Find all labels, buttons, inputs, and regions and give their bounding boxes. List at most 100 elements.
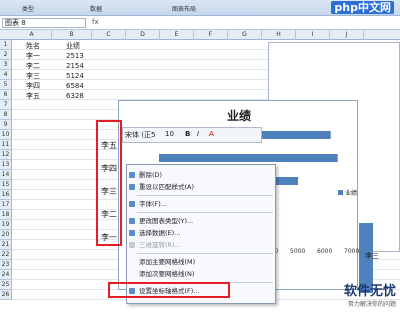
menu-item[interactable]: 删除(D) xyxy=(127,169,275,181)
menu-item[interactable]: 更改图表类型(Y)... xyxy=(127,215,275,227)
delete-icon xyxy=(129,172,135,178)
select-data-icon xyxy=(129,230,135,236)
font-color-button[interactable]: A xyxy=(209,130,214,138)
menu-item[interactable]: 重设以匹配样式(A) xyxy=(127,181,275,193)
name-cell[interactable]: 李五 xyxy=(26,91,40,101)
column-header[interactable]: C xyxy=(92,30,126,40)
x-tick-label: 5000 xyxy=(290,248,305,255)
row-header[interactable]: 6 xyxy=(0,90,12,100)
row-header[interactable]: 7 xyxy=(0,100,12,110)
column-header[interactable]: E xyxy=(160,30,194,40)
menu-item-label: 添加主要网格线(M) xyxy=(139,258,196,266)
bold-button[interactable]: B xyxy=(185,130,190,138)
row-header[interactable]: 20 xyxy=(0,230,12,240)
menu-item-label: 重设以匹配样式(A) xyxy=(139,183,195,191)
row-header[interactable]: 21 xyxy=(0,240,12,250)
row-header[interactable]: 19 xyxy=(0,220,12,230)
column-header[interactable]: J xyxy=(330,30,364,40)
menu-item-label: 添加次要网格线(N) xyxy=(139,270,195,278)
row-header[interactable]: 22 xyxy=(0,250,12,260)
row-header[interactable]: 4 xyxy=(0,70,12,80)
formula-bar: 图表 8 fx xyxy=(0,16,400,30)
font-icon xyxy=(129,201,135,207)
name-cell[interactable]: 李三 xyxy=(26,71,40,81)
font-select[interactable]: 宋体 (正5 xyxy=(125,130,155,140)
column-header[interactable]: G xyxy=(228,30,262,40)
row-header[interactable]: 10 xyxy=(0,130,12,140)
score-cell[interactable]: 6328 xyxy=(66,91,84,101)
row-header[interactable]: 8 xyxy=(0,110,12,120)
row-header[interactable]: 13 xyxy=(0,160,12,170)
name-cell[interactable]: 李一 xyxy=(26,51,40,61)
score-cell[interactable]: 2154 xyxy=(66,61,84,71)
axis-label: 李二 xyxy=(101,210,117,219)
menu-item-label: 字体(F)... xyxy=(139,200,168,208)
row-header[interactable]: 5 xyxy=(0,80,12,90)
row-header[interactable]: 12 xyxy=(0,150,12,160)
x-tick-label: 7000 xyxy=(344,248,359,255)
reset-icon xyxy=(129,184,135,190)
row-header[interactable]: 24 xyxy=(0,270,12,280)
chart-category-label: 李三 xyxy=(365,252,379,260)
chart-bar[interactable] xyxy=(159,154,338,162)
menu-item-label: 更改图表类型(Y)... xyxy=(139,217,194,225)
menu-separator xyxy=(137,212,273,213)
score-cell[interactable]: 6584 xyxy=(66,81,84,91)
menu-item[interactable]: 选择数据(E)... xyxy=(127,227,275,239)
menu-item[interactable]: 添加主要网格线(M) xyxy=(127,256,275,268)
row-header[interactable]: 11 xyxy=(0,140,12,150)
row-header[interactable]: 2 xyxy=(0,50,12,60)
chart-legend[interactable]: 业绩 xyxy=(338,188,357,197)
column-header[interactable]: A xyxy=(12,30,52,40)
axis-label: 李五 xyxy=(101,141,117,150)
legend-swatch xyxy=(338,190,343,195)
menu-separator xyxy=(137,195,273,196)
watermark-title: 软件无忧 xyxy=(343,284,396,299)
row-header[interactable]: 3 xyxy=(0,60,12,70)
menu-item-label: 选择数据(E)... xyxy=(139,229,181,237)
x-tick-label: 6000 xyxy=(317,248,332,255)
row-header[interactable]: 17 xyxy=(0,200,12,210)
mini-toolbar: 宋体 (正5 10 B I A xyxy=(122,127,262,143)
row-header[interactable]: 16 xyxy=(0,190,12,200)
name-box[interactable]: 图表 8 xyxy=(2,18,86,28)
watermark-subtitle: 努力解决你的问题 xyxy=(347,301,396,308)
score-cell[interactable]: 5124 xyxy=(66,71,84,81)
tab-data[interactable]: 数据 xyxy=(90,4,102,13)
column-header[interactable]: H xyxy=(262,30,296,40)
fx-icon[interactable]: fx xyxy=(92,18,99,26)
site-logo: php中文网 xyxy=(331,1,394,14)
row-header[interactable]: 25 xyxy=(0,280,12,290)
watermark: 软件无忧 努力解决你的问题 xyxy=(344,280,396,308)
tab-type[interactable]: 类型 xyxy=(22,4,34,13)
score-cell[interactable]: 2513 xyxy=(66,51,84,61)
name-cell[interactable]: 李二 xyxy=(26,61,40,71)
menu-item[interactable]: 三维旋转(R)... xyxy=(127,239,275,251)
menu-item[interactable]: 添加次要网格线(N) xyxy=(127,268,275,280)
header-score[interactable]: 业绩 xyxy=(66,41,80,51)
axis-label: 李一 xyxy=(101,233,117,242)
column-header[interactable]: B xyxy=(52,30,92,40)
font-size-select[interactable]: 10 xyxy=(165,130,174,138)
rotate-icon xyxy=(129,242,135,248)
italic-button[interactable]: I xyxy=(197,130,199,138)
menu-item[interactable]: 字体(F)... xyxy=(127,198,275,210)
header-name[interactable]: 姓名 xyxy=(26,41,40,51)
row-header[interactable]: 18 xyxy=(0,210,12,220)
row-header[interactable]: 15 xyxy=(0,180,12,190)
ribbon: 类型 数据 图表布局 php中文网 xyxy=(0,0,400,16)
row-header[interactable]: 23 xyxy=(0,260,12,270)
axis-label: 李四 xyxy=(101,164,117,173)
tab-chart-layout[interactable]: 图表布局 xyxy=(172,4,196,13)
row-header[interactable]: 26 xyxy=(0,290,12,300)
category-axis[interactable]: 李五 李四 李三 李二 李一 xyxy=(96,120,122,246)
row-header[interactable]: 9 xyxy=(0,120,12,130)
name-cell[interactable]: 李四 xyxy=(26,81,40,91)
axis-label: 李三 xyxy=(101,187,117,196)
menu-separator xyxy=(137,253,273,254)
column-header[interactable]: D xyxy=(126,30,160,40)
row-header[interactable]: 1 xyxy=(0,40,12,50)
row-header[interactable]: 14 xyxy=(0,170,12,180)
column-header[interactable]: I xyxy=(296,30,330,40)
column-header[interactable]: F xyxy=(194,30,228,40)
